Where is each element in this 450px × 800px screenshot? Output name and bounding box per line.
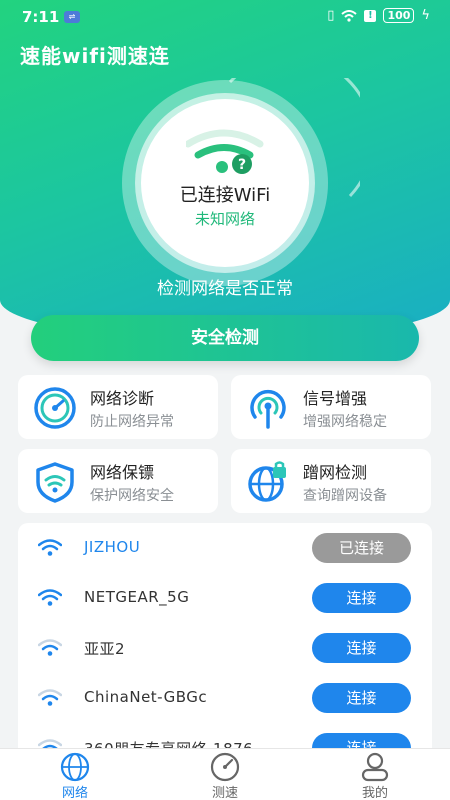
wifi-status-icon bbox=[341, 9, 358, 22]
feature-title: 信号增强 bbox=[303, 389, 368, 408]
feature-title: 网络保镖 bbox=[90, 463, 155, 482]
usb-icon: ⇌ bbox=[64, 11, 80, 23]
feature-card-diagnosis[interactable]: 网络诊断 防止网络异常 bbox=[18, 375, 218, 439]
wifi-row[interactable]: JIZHOU 已连接 bbox=[18, 523, 432, 573]
nav-profile[interactable]: 我的 bbox=[300, 749, 450, 800]
wifi-row[interactable]: 亚亚2 连接 bbox=[18, 623, 432, 673]
nav-label: 测速 bbox=[211, 786, 238, 800]
safety-check-button[interactable]: 安全检测 bbox=[31, 315, 419, 361]
wifi-name: 亚亚2 bbox=[84, 640, 126, 658]
connect-button[interactable]: 连接 bbox=[312, 583, 411, 613]
feature-subtitle: 查询蹭网设备 bbox=[303, 488, 387, 504]
feature-subtitle: 保护网络安全 bbox=[90, 488, 174, 504]
svg-text:?: ? bbox=[238, 157, 246, 173]
speedometer-icon bbox=[210, 752, 240, 782]
vibrate-icon: ▯ bbox=[327, 8, 335, 23]
user-icon bbox=[361, 752, 389, 782]
feature-card-guard[interactable]: 网络保镖 保护网络安全 bbox=[18, 449, 218, 513]
status-time: 7:11 bbox=[22, 8, 60, 26]
feature-card-signal[interactable]: 信号增强 增强网络稳定 bbox=[231, 375, 431, 439]
nav-network[interactable]: 网络 bbox=[0, 749, 150, 800]
wifi-signal-icon bbox=[38, 689, 62, 706]
alert-icon: ! bbox=[364, 9, 377, 22]
antenna-icon bbox=[250, 389, 286, 429]
status-icons: ▯ ! 100 ϟ bbox=[327, 8, 430, 23]
feature-subtitle: 防止网络异常 bbox=[90, 414, 174, 430]
shield-wifi-icon bbox=[36, 462, 74, 503]
connect-button[interactable]: 连接 bbox=[312, 633, 411, 663]
charging-icon: ϟ bbox=[421, 8, 430, 23]
battery-indicator: 100 bbox=[383, 8, 415, 23]
wifi-name: JIZHOU bbox=[84, 538, 141, 556]
wifi-question-icon: ? bbox=[186, 129, 264, 174]
nav-label: 网络 bbox=[61, 786, 88, 800]
connect-button[interactable]: 连接 bbox=[312, 683, 411, 713]
wifi-signal-icon bbox=[38, 539, 62, 556]
app-title: 速能wifi测速连 bbox=[20, 44, 170, 68]
nav-label: 我的 bbox=[361, 786, 388, 800]
bottom-nav: 网络 测速 我的 bbox=[0, 748, 450, 800]
wifi-row[interactable]: NETGEAR_5G 连接 bbox=[18, 573, 432, 623]
feature-title: 网络诊断 bbox=[90, 389, 155, 408]
connection-status: 已连接WiFi bbox=[179, 185, 271, 206]
wifi-signal-icon bbox=[38, 639, 62, 656]
feature-subtitle: 增强网络稳定 bbox=[303, 414, 387, 430]
network-name: 未知网络 bbox=[194, 210, 255, 228]
wifi-signal-icon bbox=[38, 589, 62, 606]
globe-icon bbox=[60, 752, 90, 782]
feature-title: 蹭网检测 bbox=[303, 463, 368, 482]
globe-lock-icon bbox=[248, 461, 286, 502]
speedometer-icon bbox=[34, 387, 76, 429]
wifi-name: ChinaNet-GBGc bbox=[84, 688, 208, 706]
nav-speedtest[interactable]: 测速 bbox=[150, 749, 300, 800]
wifi-network-list[interactable]: JIZHOU 已连接 NETGEAR_5G 连接 亚亚2 连接 ChinaNet… bbox=[18, 523, 432, 763]
check-prompt: 检测网络是否正常 bbox=[157, 279, 293, 299]
wifi-row[interactable]: ChinaNet-GBGc 连接 bbox=[18, 673, 432, 723]
status-bar: 7:11 ⇌ ▯ ! 100 ϟ bbox=[0, 0, 450, 34]
connected-button[interactable]: 已连接 bbox=[312, 533, 411, 563]
wifi-name: NETGEAR_5G bbox=[84, 588, 190, 606]
feature-card-leech[interactable]: 蹭网检测 查询蹭网设备 bbox=[231, 449, 431, 513]
